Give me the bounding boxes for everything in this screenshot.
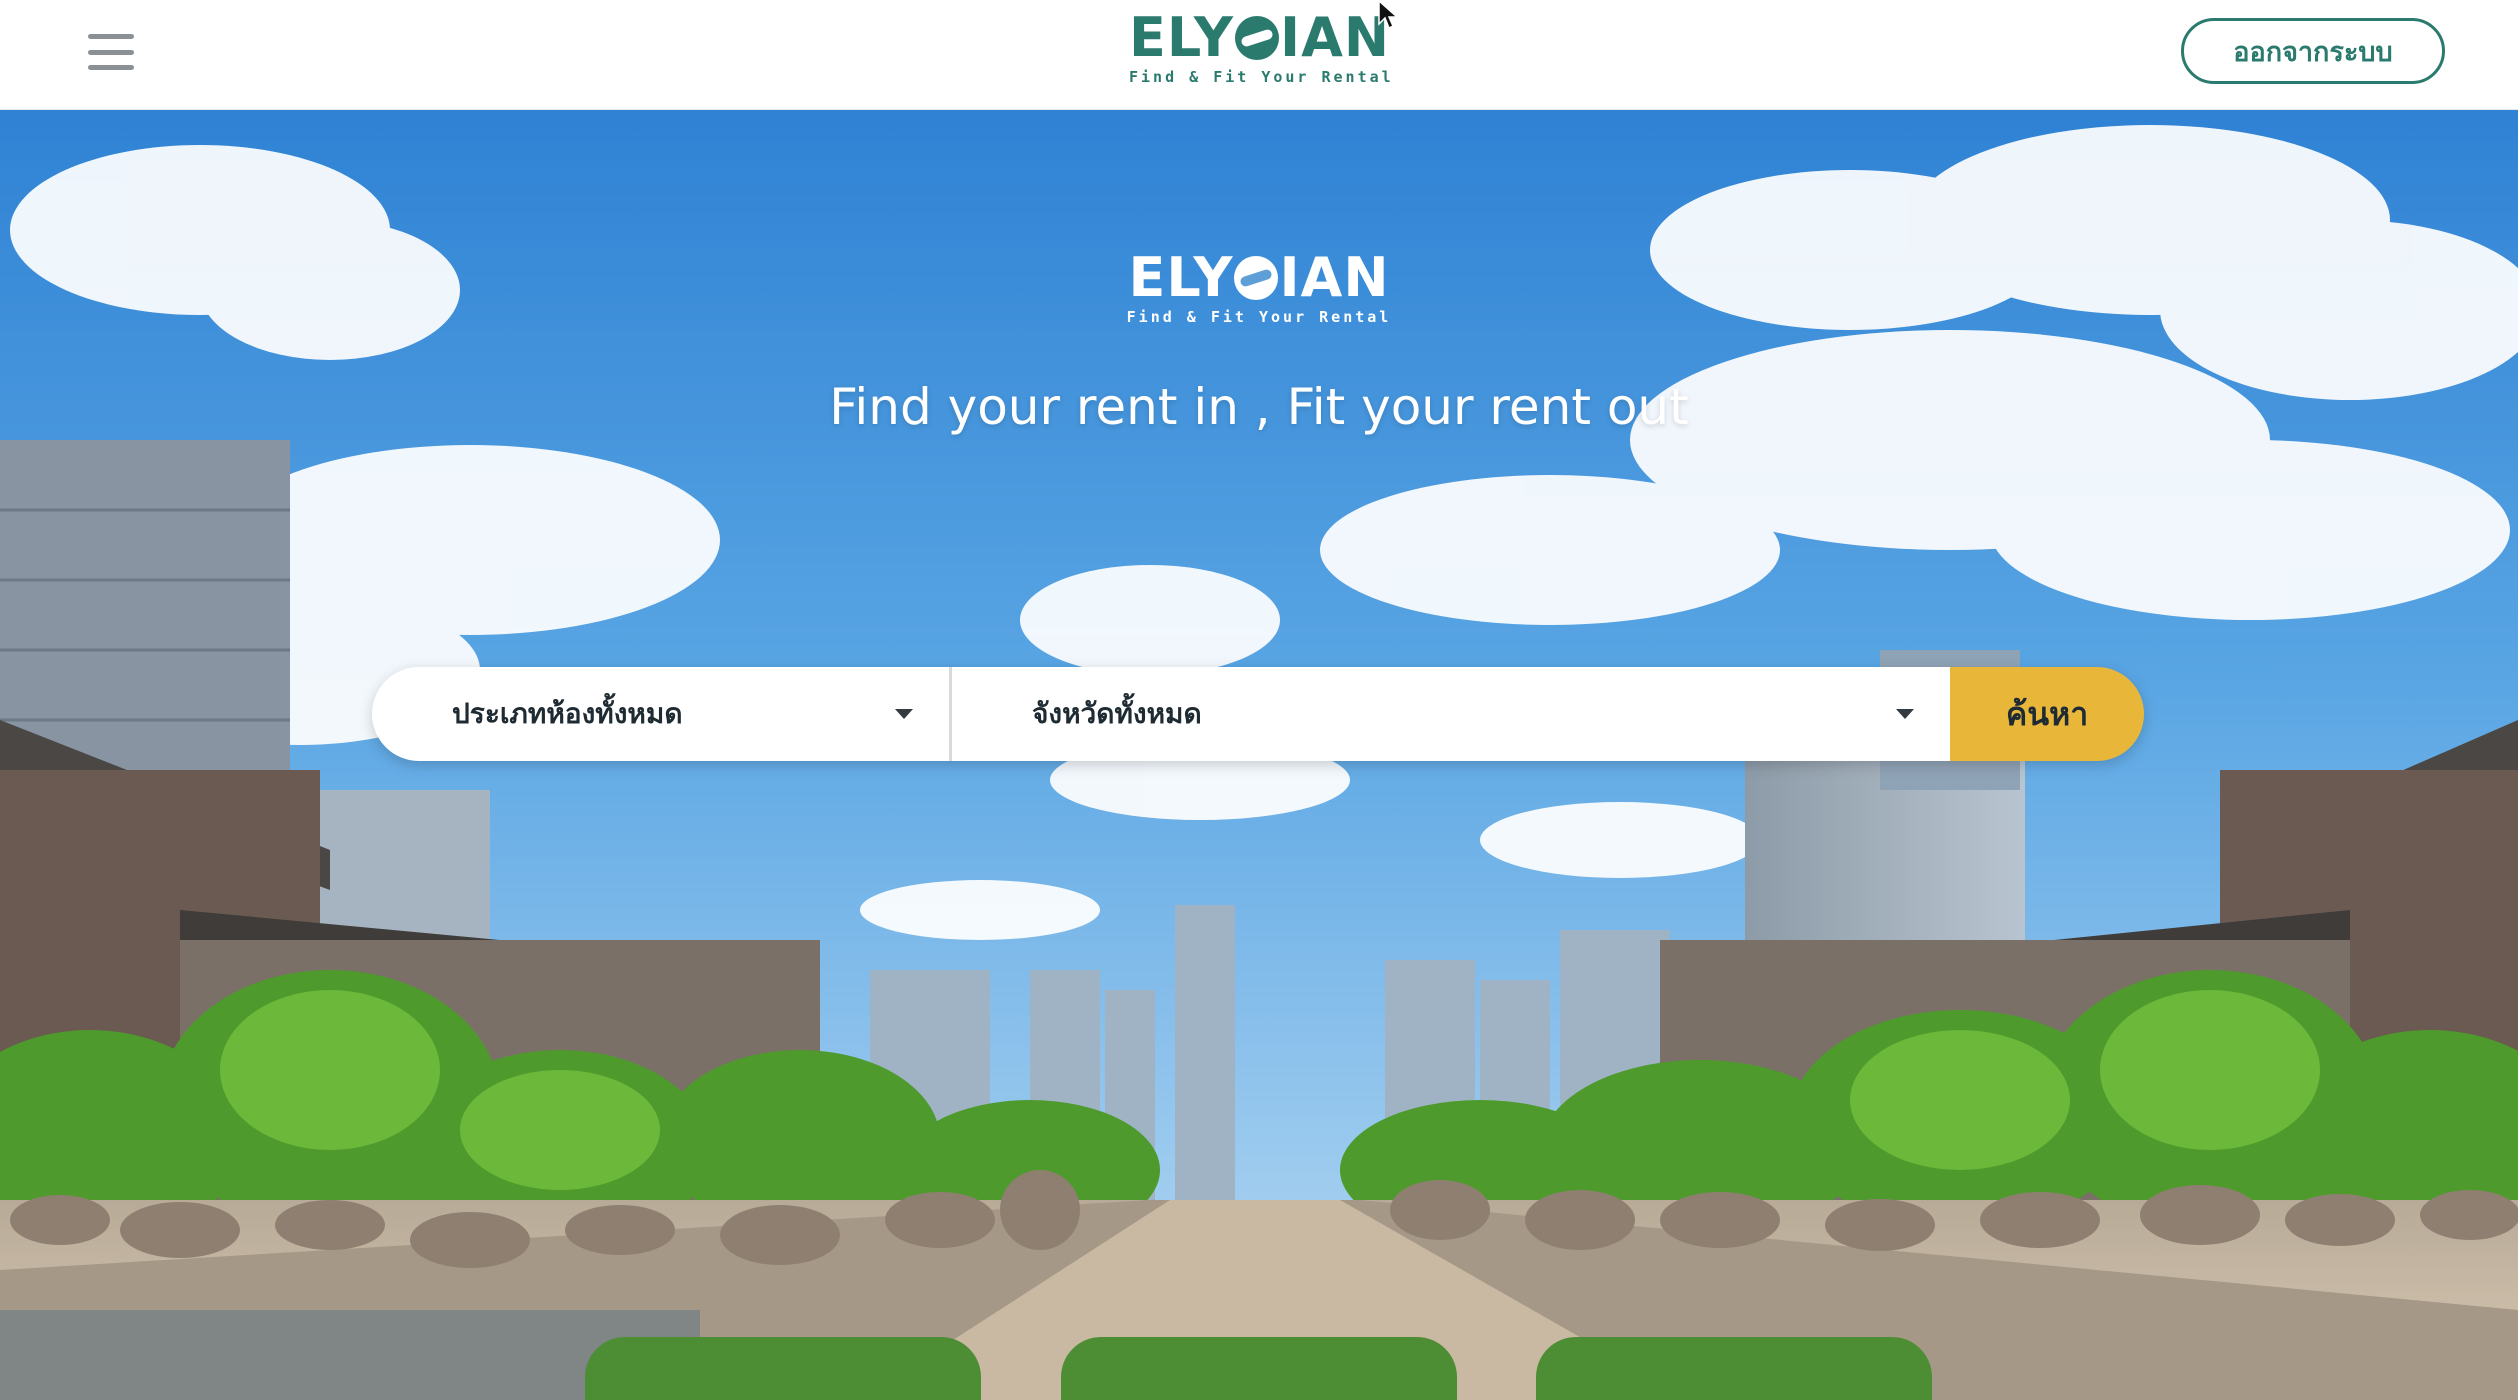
hero-logo-wordmark: ELY IAN xyxy=(1128,246,1390,309)
header-logo[interactable]: ELY IAN Find & Fit Your Rental xyxy=(1129,6,1394,87)
logout-button[interactable]: ออกจากระบบ xyxy=(2181,18,2445,84)
logo-tagline: Find & Fit Your Rental xyxy=(1129,68,1394,86)
room-type-value: ประเภทห้องทั้งหมด xyxy=(452,697,683,730)
hero-section: ELY IAN Find & Fit Your Rental Find your … xyxy=(0,110,2518,1400)
chevron-down-icon xyxy=(895,709,913,719)
logo-globe-icon xyxy=(1235,16,1279,60)
feature-card-3[interactable] xyxy=(1536,1337,1932,1400)
province-select[interactable]: จังหวัดทั้งหมด xyxy=(952,667,1950,761)
hero-logo: ELY IAN Find & Fit Your Rental xyxy=(1119,246,1399,327)
hero-tagline: Find your rent in , Fit your rent out xyxy=(829,378,1689,436)
chevron-down-icon xyxy=(1896,709,1914,719)
feature-card-2[interactable] xyxy=(1061,1337,1457,1400)
add-icon xyxy=(1219,1379,1299,1400)
feature-card-1[interactable] xyxy=(585,1337,981,1400)
logo-wordmark: ELY IAN xyxy=(1129,6,1391,69)
search-button[interactable]: ค้นหา xyxy=(1950,667,2144,761)
room-type-select[interactable]: ประเภทห้องทั้งหมด xyxy=(372,667,952,761)
hamburger-menu-icon[interactable] xyxy=(88,34,134,70)
top-navigation-bar: ELY IAN Find & Fit Your Rental ออกจากระบบ xyxy=(0,0,2518,110)
hero-logo-globe-icon xyxy=(1234,256,1279,300)
search-bar: ประเภทห้องทั้งหมด จังหวัดทั้งหมด ค้นหา xyxy=(372,667,2144,761)
province-value: จังหวัดทั้งหมด xyxy=(1032,697,1202,730)
house-icon xyxy=(743,1379,823,1400)
hero-logo-tagline: Find & Fit Your Rental xyxy=(1126,308,1392,326)
mouse-cursor-icon xyxy=(1378,0,1399,30)
